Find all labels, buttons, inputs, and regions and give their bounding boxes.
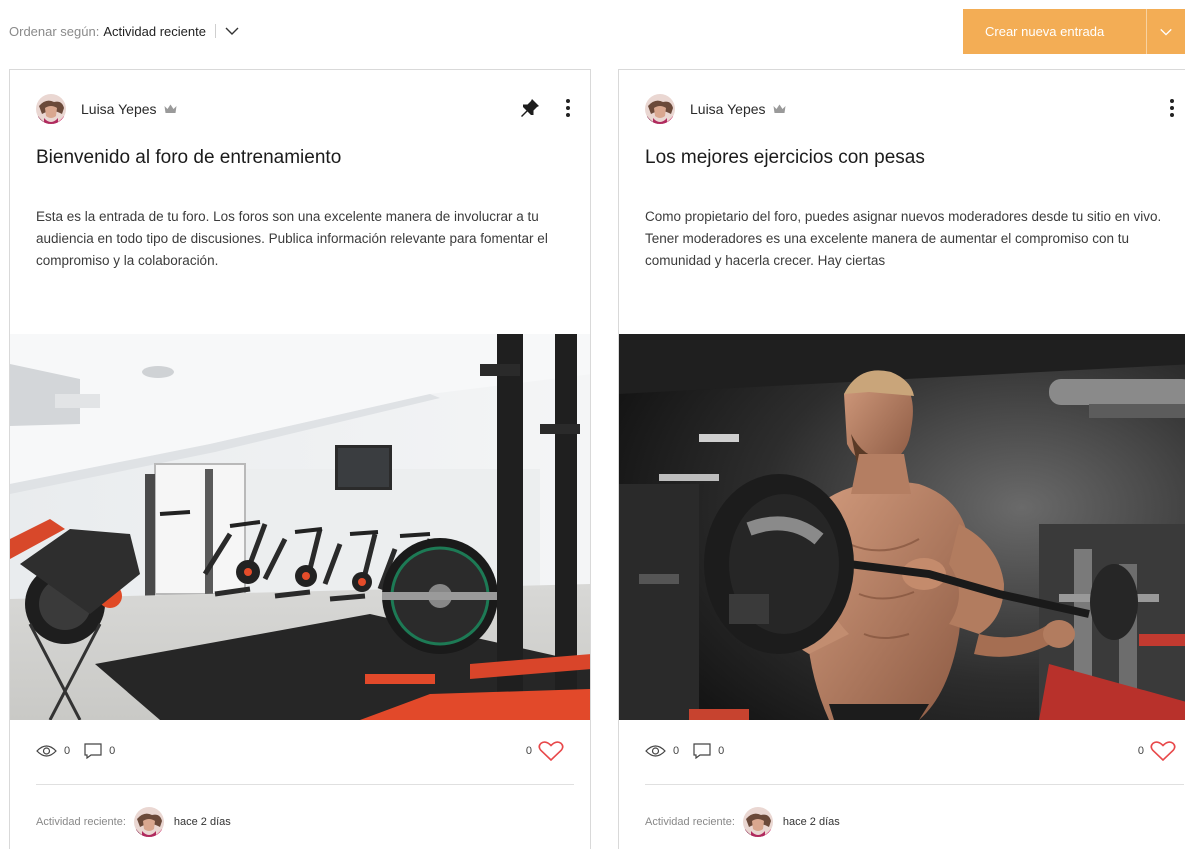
post-title[interactable]: Bienvenido al foro de entrenamiento: [36, 147, 341, 169]
eye-icon: [36, 745, 57, 757]
views-count: 0: [673, 745, 680, 757]
recent-activity-time[interactable]: hace 2 días: [783, 816, 840, 828]
comment-icon: [84, 743, 102, 759]
divider: [36, 784, 574, 785]
more-options-icon[interactable]: [1164, 95, 1180, 121]
post-card[interactable]: Luisa Yepes Bienvenido al foro de entren…: [9, 69, 591, 849]
recent-activity: Actividad reciente: hace 2 días: [645, 807, 840, 837]
heart-icon[interactable]: [1150, 741, 1176, 761]
sort-control[interactable]: Ordenar según: Actividad reciente: [9, 23, 240, 39]
create-post-menu-button[interactable]: [1147, 9, 1185, 54]
post-card[interactable]: Luisa Yepes Los mejores ejercicios con p…: [618, 69, 1185, 849]
avatar[interactable]: [134, 807, 164, 837]
views-stat: 0: [645, 744, 679, 758]
avatar[interactable]: [36, 94, 66, 124]
comment-icon: [693, 743, 711, 759]
comments-count: 0: [109, 745, 116, 757]
more-options-icon[interactable]: [560, 95, 576, 121]
crown-icon: [773, 104, 786, 113]
comments-stat: 0: [693, 743, 724, 759]
sort-value[interactable]: Actividad reciente: [103, 24, 206, 39]
comments-stat: 0: [84, 743, 115, 759]
recent-activity-label: Actividad reciente:: [645, 816, 735, 828]
heart-icon[interactable]: [538, 741, 564, 761]
eye-icon: [645, 745, 666, 757]
chevron-down-icon[interactable]: [224, 23, 240, 39]
author-name[interactable]: Luisa Yepes: [690, 101, 766, 117]
post-stats: 0 0 0: [645, 739, 1176, 763]
avatar[interactable]: [743, 807, 773, 837]
post-stats: 0 0 0: [36, 739, 564, 763]
likes-count: 0: [1137, 745, 1144, 757]
create-post-button[interactable]: Crear nueva entrada: [963, 9, 1185, 54]
chevron-down-icon: [1160, 28, 1172, 36]
pin-icon[interactable]: [520, 98, 540, 118]
toolbar: Ordenar según: Actividad reciente Crear …: [0, 0, 1185, 66]
avatar[interactable]: [645, 94, 675, 124]
post-excerpt: Esta es la entrada de tu foro. Los foros…: [36, 209, 548, 268]
recent-activity-label: Actividad reciente:: [36, 816, 126, 828]
sort-divider: [214, 24, 216, 38]
likes-count: 0: [525, 745, 532, 757]
views-count: 0: [64, 745, 71, 757]
post-author[interactable]: Luisa Yepes: [36, 94, 177, 124]
create-post-label: Crear nueva entrada: [985, 24, 1105, 39]
views-stat: 0: [36, 744, 70, 758]
post-excerpt: Como propietario del foro, puedes asigna…: [645, 209, 1162, 268]
post-author[interactable]: Luisa Yepes: [645, 94, 786, 124]
post-actions: [1164, 95, 1180, 121]
crown-icon: [164, 104, 177, 113]
likes-stat: 0: [1138, 741, 1176, 761]
post-actions: [520, 95, 576, 121]
recent-activity: Actividad reciente: hace 2 días: [36, 807, 231, 837]
author-name[interactable]: Luisa Yepes: [81, 101, 157, 117]
divider: [645, 784, 1184, 785]
post-image[interactable]: [10, 334, 590, 720]
sort-label: Ordenar según:: [9, 23, 100, 39]
post-image[interactable]: [619, 334, 1185, 720]
post-title[interactable]: Los mejores ejercicios con pesas: [645, 147, 925, 169]
likes-stat: 0: [526, 741, 564, 761]
recent-activity-time[interactable]: hace 2 días: [174, 816, 231, 828]
comments-count: 0: [718, 745, 725, 757]
